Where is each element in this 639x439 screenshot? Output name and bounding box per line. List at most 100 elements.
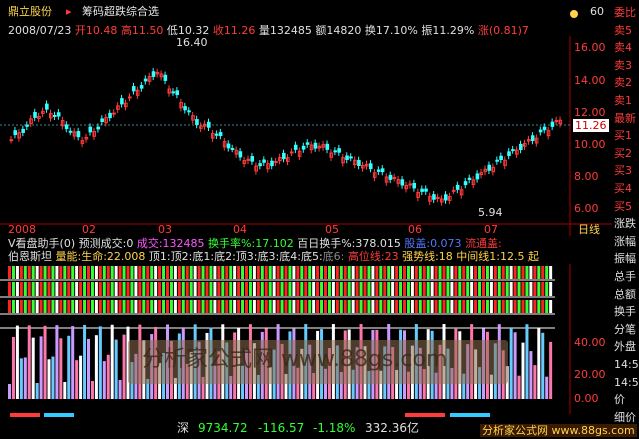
sidebar-item[interactable]: 卖1 [614,94,639,107]
signal-bar [482,300,485,313]
signal-bar [138,282,142,296]
signal-bar [367,266,371,279]
volume-bar [98,326,102,399]
candle-body [412,182,416,189]
sidebar-item[interactable]: 买4 [614,182,639,195]
sidebar-item[interactable]: 买1 [614,129,639,142]
stock-name[interactable]: 鼎立股份 [8,5,52,18]
sidebar-item[interactable]: 分笔 [614,323,639,336]
volume-bar [87,338,90,399]
volume-bar [59,338,63,399]
signal-bar [537,300,541,313]
index-change: -116.57 [258,421,305,435]
volume-bar [114,339,118,399]
sidebar-item[interactable]: 总额 [614,288,639,301]
volume-bar [8,384,11,399]
signal-bar [268,266,272,279]
price-y-tick: 12.00 [574,106,606,119]
signal-bar [252,300,256,313]
signal-bar [391,300,395,313]
signal-bar [324,282,327,296]
signal-bar [331,282,335,296]
period-label[interactable]: 日线 [578,223,600,236]
signal-bar [462,300,466,313]
signal-bar [545,300,549,313]
candle-body [262,159,266,163]
candle-body [171,91,176,94]
signal-bar [430,266,434,279]
signal-bar [185,266,189,279]
indicator-name[interactable]: 筹码超跌综合选 [82,5,159,18]
signal-bar [221,300,225,313]
signal-bar [87,266,90,279]
volume-bar [110,324,114,399]
sidebar-item[interactable]: 外盘 [614,340,639,353]
signal-bar [260,282,264,296]
signal-bar [331,266,335,279]
top2: 顶2: [170,250,193,263]
sidebar-item[interactable]: 价 [614,393,639,406]
signal-bar [94,300,98,313]
signal-bar [541,282,545,296]
sidebar-item[interactable]: 卖4 [614,41,639,54]
signal-bar [308,282,312,296]
signal-bar [189,300,193,313]
signal-bar [387,282,391,296]
signal-bar [327,300,331,313]
sidebar-item[interactable]: 买2 [614,147,639,160]
sidebar-item[interactable]: 14:5 [614,376,639,389]
sidebar-item[interactable]: 最新 [614,112,639,125]
indicator-line-1: V看盘助手(0) 预测成交:0 成交:132485 换手率%:17.102 百日… [8,237,502,250]
price-chart[interactable] [0,36,612,236]
signal-bar [343,266,347,279]
sidebar-item[interactable]: 振幅 [614,252,639,265]
sidebar-item[interactable]: 涨幅 [614,235,639,248]
status-dot-icon[interactable] [570,10,578,18]
candle-body [33,111,37,118]
signal-bar [193,282,197,296]
signal-bar [217,300,221,313]
candle-body [400,179,405,186]
signal-bar [146,300,150,313]
volume-bar [83,324,87,399]
forecast-volume: 预测成交:0 [78,237,134,250]
sidebar-item[interactable]: 委比 [614,6,639,19]
indicator-chart[interactable] [0,264,612,414]
signal-bar [410,266,414,279]
watermark-box: 分析家公式网 www.88gs.com [128,340,508,384]
sidebar-item[interactable]: 总手 [614,270,639,283]
signal-bar [118,300,122,313]
x-axis-label: 03 [158,223,172,236]
signal-bar [43,266,47,279]
signal-bar [406,282,410,296]
site-link[interactable]: 分析家公式网 www.88gs.com [480,424,637,437]
signal-bar [193,266,197,279]
signal-bar [197,300,201,313]
signal-bar [363,282,367,296]
signal-bar [426,266,430,279]
signal-bar [359,300,363,313]
signal-bar [517,300,521,313]
sidebar-item[interactable]: 卖2 [614,76,639,89]
signal-bar [102,266,106,279]
candle-body [542,126,547,131]
sidebar-item[interactable]: 换手 [614,305,639,318]
signal-bar [351,266,355,279]
candle-body [64,124,69,130]
sidebar-item[interactable]: 买5 [614,200,639,213]
signal-bar [150,282,154,296]
sidebar-item[interactable]: 买3 [614,164,639,177]
signal-bar [47,300,51,313]
sidebar-item[interactable]: 涨跌 [614,217,639,230]
signal-bar [134,300,138,313]
candle-body [392,176,397,179]
sidebar-item[interactable]: 卖5 [614,24,639,37]
sidebar-item[interactable]: 14:5 [614,358,639,371]
sidebar-item[interactable]: 卖3 [614,59,639,72]
signal-bar [11,282,15,296]
signal-bar [268,282,272,296]
signal-bar [15,282,19,296]
share-cover: 股盖:0.073 [404,237,462,250]
signal-bar [150,300,154,313]
signal-bar [292,266,296,279]
